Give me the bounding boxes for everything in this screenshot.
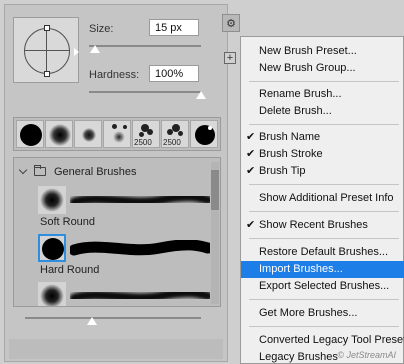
size-slider-track[interactable] bbox=[89, 45, 201, 47]
checkmark-icon: ✔ bbox=[246, 165, 256, 177]
brush-item-soft[interactable] bbox=[38, 282, 210, 306]
hardness-slider-track[interactable] bbox=[89, 91, 201, 93]
menu-item-show-additional-preset-info[interactable]: Show Additional Preset Info bbox=[241, 190, 404, 207]
recent-brush-soft[interactable] bbox=[45, 120, 73, 148]
menu-separator bbox=[249, 238, 399, 239]
group-label: General Brushes bbox=[54, 166, 137, 178]
brush-angle-widget[interactable] bbox=[13, 17, 79, 83]
brush-count: 2500 bbox=[134, 138, 152, 147]
angle-handle-top[interactable] bbox=[44, 25, 50, 31]
brush-tip-preview bbox=[38, 282, 66, 306]
recent-brush-soft-dots[interactable] bbox=[103, 120, 131, 148]
brush-name: Hard Round bbox=[40, 264, 100, 276]
recent-brushes-bar: 2500 2500 bbox=[13, 117, 221, 151]
brush-stroke-preview bbox=[70, 288, 210, 303]
menu-separator bbox=[249, 184, 399, 185]
brush-tip-preview bbox=[38, 186, 66, 214]
recent-brush-soft-small[interactable] bbox=[74, 120, 102, 148]
menu-item-rename-brush[interactable]: Rename Brush... bbox=[241, 86, 404, 103]
angle-axis-v bbox=[46, 28, 47, 74]
panel-menu-button[interactable]: ⚙ bbox=[222, 14, 240, 32]
preview-size-slider[interactable] bbox=[25, 317, 201, 319]
recent-brush-hard[interactable] bbox=[16, 120, 44, 148]
menu-item-restore-default-brushes[interactable]: Restore Default Brushes... bbox=[241, 244, 404, 261]
checkmark-icon: ✔ bbox=[246, 219, 256, 231]
add-brush-icon[interactable]: + bbox=[224, 52, 236, 64]
preview-size-slider-handle[interactable] bbox=[87, 317, 97, 325]
brush-item-hard-round[interactable]: Hard Round bbox=[38, 234, 210, 282]
angle-handle-bottom[interactable] bbox=[44, 71, 50, 77]
size-slider-handle[interactable] bbox=[89, 45, 100, 53]
brush-item-soft-round[interactable]: Soft Round bbox=[38, 186, 210, 234]
brush-panel-flyout-menu: New Brush Preset... New Brush Group... R… bbox=[240, 36, 404, 364]
hardness-slider-handle[interactable] bbox=[196, 91, 206, 99]
brush-list-scrollbar[interactable] bbox=[211, 162, 219, 304]
brush-list: General Brushes Soft Round Hard Round bbox=[13, 157, 221, 307]
panel-bottom-bar bbox=[9, 339, 223, 359]
chevron-down-icon[interactable] bbox=[18, 165, 28, 175]
folder-icon bbox=[34, 165, 46, 176]
menu-item-brush-tip[interactable]: ✔ Brush Tip bbox=[241, 163, 404, 180]
size-label: Size: bbox=[89, 23, 114, 35]
angle-circle[interactable] bbox=[24, 28, 70, 74]
menu-item-get-more-brushes[interactable]: Get More Brushes... bbox=[241, 305, 404, 322]
recent-brush-scatter-1[interactable]: 2500 bbox=[132, 120, 160, 148]
checkmark-icon: ✔ bbox=[246, 148, 256, 160]
brush-stroke-preview bbox=[70, 240, 210, 256]
watermark: © JetStreamAI bbox=[337, 350, 396, 360]
scrollbar-thumb[interactable] bbox=[211, 170, 219, 210]
brush-panel: Size: 15 px Hardness: 100% 2500 2500 Gen… bbox=[4, 4, 228, 362]
brush-group-row[interactable]: General Brushes bbox=[14, 162, 210, 182]
checkmark-icon: ✔ bbox=[246, 131, 256, 143]
menu-item-export-selected-brushes[interactable]: Export Selected Brushes... bbox=[241, 278, 404, 295]
menu-separator bbox=[249, 211, 399, 212]
recent-brush-hard-mini[interactable] bbox=[190, 120, 218, 148]
menu-item-show-recent-brushes[interactable]: ✔ Show Recent Brushes bbox=[241, 217, 404, 234]
menu-separator bbox=[249, 326, 399, 327]
angle-arrow-icon[interactable] bbox=[74, 48, 79, 56]
menu-item-new-brush-preset[interactable]: New Brush Preset... bbox=[241, 43, 404, 60]
size-field[interactable]: 15 px bbox=[149, 19, 199, 36]
recent-brush-scatter-2[interactable]: 2500 bbox=[161, 120, 189, 148]
menu-item-brush-stroke[interactable]: ✔ Brush Stroke bbox=[241, 146, 404, 163]
hardness-field[interactable]: 100% bbox=[149, 65, 199, 82]
menu-item-brush-name[interactable]: ✔ Brush Name bbox=[241, 129, 404, 146]
gear-icon: ⚙ bbox=[226, 17, 236, 30]
angle-axis-h bbox=[24, 50, 70, 51]
brush-tip-preview bbox=[38, 234, 66, 262]
brush-count: 2500 bbox=[163, 138, 181, 147]
menu-item-converted-legacy-tool-presets[interactable]: Converted Legacy Tool Presets bbox=[241, 332, 404, 349]
brush-name: Soft Round bbox=[40, 216, 96, 228]
brush-stroke-preview bbox=[70, 192, 210, 207]
hardness-label: Hardness: bbox=[89, 69, 140, 81]
menu-separator bbox=[249, 124, 399, 125]
menu-item-import-brushes[interactable]: Import Brushes... bbox=[241, 261, 404, 278]
menu-separator bbox=[249, 299, 399, 300]
menu-item-delete-brush[interactable]: Delete Brush... bbox=[241, 103, 404, 120]
menu-item-new-brush-group[interactable]: New Brush Group... bbox=[241, 60, 404, 77]
menu-separator bbox=[249, 81, 399, 82]
